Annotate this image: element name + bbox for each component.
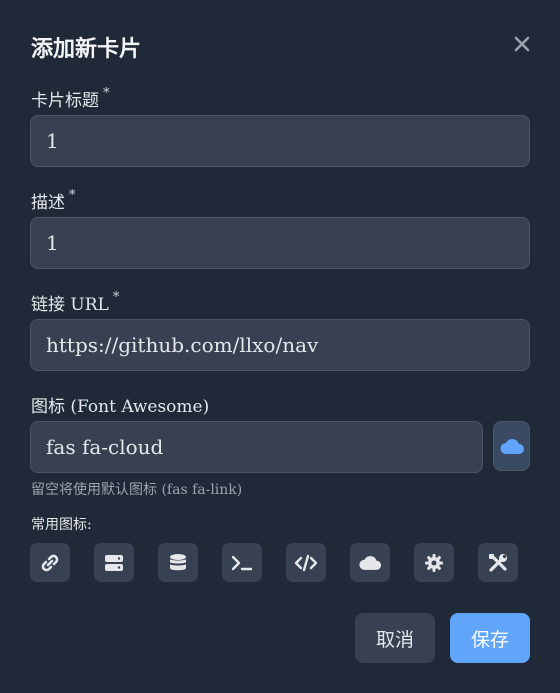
add-card-dialog: 添加新卡片 卡片标题 * 1 描述 * 1 链接 URL * https://gith… (0, 0, 560, 693)
card-title-value: 1 (46, 129, 59, 153)
database-icon[interactable] (158, 543, 198, 582)
gear-icon[interactable] (414, 543, 454, 582)
code-icon[interactable] (286, 543, 326, 582)
icon-value: fas fa-cloud (46, 435, 164, 459)
icon-preview (493, 421, 530, 471)
cloud-icon (500, 439, 524, 454)
common-icons-label: 常用图标: (31, 517, 92, 533)
card-title-input[interactable]: 1 (30, 115, 530, 167)
description-value: 1 (46, 231, 59, 255)
server-icon[interactable] (94, 543, 134, 582)
description-label: 描述 * (31, 188, 76, 213)
description-input[interactable]: 1 (30, 217, 530, 269)
common-icons-row (30, 543, 518, 582)
save-button[interactable]: 保存 (450, 613, 530, 663)
url-input[interactable]: https://github.com/llxo/nav (30, 319, 530, 371)
icon-hint: 留空将使用默认图标 (fas fa-link) (31, 482, 243, 498)
link-icon[interactable] (30, 543, 70, 582)
card-title-label: 卡片标题 * (31, 86, 110, 111)
icon-label: 图标 (Font Awesome) (31, 397, 210, 417)
url-label: 链接 URL * (31, 290, 120, 315)
dialog-title: 添加新卡片 (31, 36, 142, 62)
tools-icon[interactable] (478, 543, 518, 582)
cloud-icon[interactable] (350, 543, 390, 582)
url-value: https://github.com/llxo/nav (46, 333, 319, 357)
close-icon[interactable] (512, 34, 532, 54)
icon-input[interactable]: fas fa-cloud (30, 421, 483, 473)
cancel-button[interactable]: 取消 (355, 613, 435, 663)
terminal-icon[interactable] (222, 543, 262, 582)
